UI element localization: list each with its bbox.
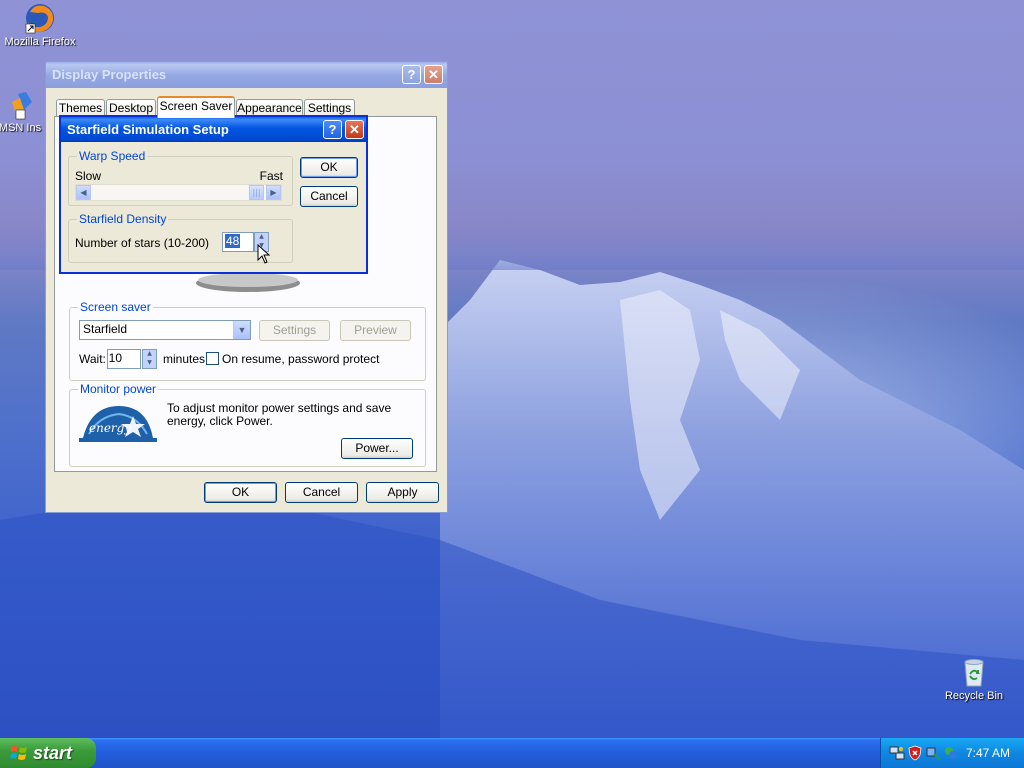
- scroll-left-icon[interactable]: ◀: [76, 185, 91, 200]
- power-button[interactable]: Power...: [341, 438, 413, 459]
- scroll-right-icon[interactable]: ▶: [266, 185, 281, 200]
- starfield-setup-dialog: Starfield Simulation Setup ? ✕ Warp Spee…: [59, 115, 368, 274]
- starfield-ok-button[interactable]: OK: [300, 157, 358, 178]
- screen-saver-group: Screen saver Starfield ▼ Settings Previe…: [69, 300, 426, 381]
- system-tray: 7:47 AM: [880, 738, 1024, 768]
- display-properties-titlebar[interactable]: Display Properties ? ✕: [46, 62, 447, 88]
- warp-speed-thumb[interactable]: |||: [249, 185, 264, 200]
- msn-icon: [12, 92, 32, 120]
- number-of-stars-value: 48: [225, 234, 241, 248]
- screen-saver-select-value: Starfield: [83, 322, 128, 336]
- desktop-icon-label: MSN Ins: [0, 122, 42, 134]
- warp-speed-scrollbar[interactable]: ◀ ||| ▶: [75, 184, 282, 201]
- slow-label: Slow: [75, 169, 102, 183]
- start-button[interactable]: start: [0, 738, 96, 768]
- dialog-title: Starfield Simulation Setup: [67, 122, 229, 137]
- close-button[interactable]: ✕: [345, 120, 364, 139]
- monitor-power-description: To adjust monitor power settings and sav…: [167, 401, 392, 428]
- recycle-bin-icon: [964, 659, 984, 687]
- fast-label: Fast: [259, 169, 283, 183]
- help-button[interactable]: ?: [323, 120, 342, 139]
- warp-speed-group: Warp Speed Slow Fast ◀ ||| ▶: [68, 149, 293, 206]
- taskbar: start 7:47 AM: [0, 738, 1024, 768]
- desktop-icon-label: Mozilla Firefox: [4, 36, 76, 48]
- starfield-density-group: Starfield Density Number of stars (10-20…: [68, 212, 293, 264]
- password-protect-checkbox[interactable]: [206, 352, 219, 365]
- number-of-stars-input[interactable]: 48: [222, 232, 254, 252]
- start-label: start: [33, 743, 73, 763]
- mouse-cursor-icon: [257, 244, 271, 264]
- wait-minutes-input[interactable]: 10: [107, 349, 141, 369]
- energy-logo-text: energy: [89, 421, 131, 435]
- energy-star-logo: energy: [79, 402, 157, 442]
- spin-up-icon[interactable]: ▲: [255, 233, 268, 242]
- windows-logo-icon: [10, 746, 27, 760]
- monitor-power-group-title: Monitor power: [78, 382, 159, 396]
- window-title: Display Properties: [52, 67, 167, 82]
- starfield-cancel-button[interactable]: Cancel: [300, 186, 358, 207]
- display-cancel-button[interactable]: Cancel: [285, 482, 358, 503]
- clock: 7:47 AM: [965, 746, 1010, 760]
- safely-remove-hardware-icon[interactable]: [925, 745, 941, 761]
- warp-speed-group-title: Warp Speed: [77, 149, 148, 163]
- spin-up-icon[interactable]: ▲: [143, 350, 156, 359]
- desktop-icon-msn[interactable]: MSN Ins: [0, 88, 50, 134]
- preview-button[interactable]: Preview: [340, 320, 411, 341]
- desktop-icon-label: Recycle Bin: [944, 690, 1004, 702]
- desktop-icon-recycle-bin[interactable]: Recycle Bin: [934, 656, 1014, 702]
- starfield-density-group-title: Starfield Density: [77, 212, 169, 226]
- monitor-power-group: Monitor power energy To adjust monitor p…: [69, 382, 426, 467]
- spin-down-icon[interactable]: ▼: [143, 359, 156, 368]
- help-button[interactable]: ?: [402, 65, 421, 84]
- screen-saver-select[interactable]: Starfield ▼: [79, 320, 251, 340]
- firefox-icon: [25, 4, 54, 34]
- display-apply-button[interactable]: Apply: [366, 482, 439, 503]
- number-of-stars-label: Number of stars (10-200): [75, 236, 210, 250]
- settings-button[interactable]: Settings: [259, 320, 330, 341]
- network-icon[interactable]: [889, 745, 905, 761]
- wait-label: Wait:: [79, 352, 106, 366]
- screen-saver-group-title: Screen saver: [78, 300, 153, 314]
- password-protect-label: On resume, password protect: [222, 352, 380, 366]
- chevron-down-icon[interactable]: ▼: [233, 321, 250, 339]
- security-shield-icon[interactable]: [907, 745, 923, 761]
- wait-spinner[interactable]: ▲ ▼: [142, 349, 157, 369]
- msn-tray-icon[interactable]: [943, 745, 959, 761]
- tab-screen-saver[interactable]: Screen Saver: [157, 96, 235, 118]
- display-ok-button[interactable]: OK: [204, 482, 277, 503]
- starfield-setup-titlebar[interactable]: Starfield Simulation Setup ? ✕: [61, 117, 366, 142]
- minutes-label: minutes: [163, 352, 206, 366]
- desktop-icon-firefox[interactable]: Mozilla Firefox: [0, 2, 80, 48]
- close-button[interactable]: ✕: [424, 65, 443, 84]
